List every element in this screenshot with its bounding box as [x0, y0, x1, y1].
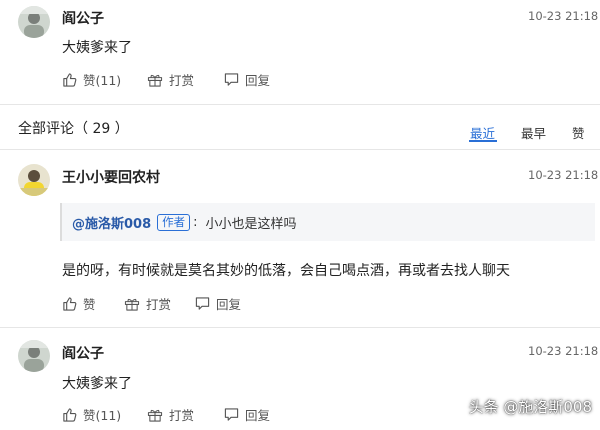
comment-content: 大姨爹来了	[62, 376, 132, 392]
watermark: 头条 @施洛斯008	[468, 398, 592, 416]
sort-active-underline	[469, 140, 497, 142]
gift-icon	[147, 409, 163, 422]
comment-time: 10-23 21:18	[528, 344, 599, 358]
avatar[interactable]	[18, 164, 50, 196]
sort-likes[interactable]: 赞	[572, 123, 585, 142]
gift-icon	[147, 74, 163, 87]
avatar[interactable]	[18, 340, 50, 372]
tip-button[interactable]: 打赏	[147, 70, 194, 89]
divider	[0, 104, 600, 105]
divider	[0, 149, 600, 150]
like-label: 赞(11)	[83, 73, 122, 88]
like-button[interactable]: 赞(11)	[62, 70, 121, 89]
comment-content: 大姨爹来了	[62, 40, 132, 56]
like-label: 赞	[83, 297, 96, 312]
reply-icon	[224, 73, 239, 86]
reply-label: 回复	[216, 297, 242, 312]
comment-username[interactable]: 阎公子	[62, 8, 104, 28]
like-button[interactable]: 赞	[62, 294, 96, 313]
avatar[interactable]	[18, 6, 50, 38]
author-badge: 作者	[157, 213, 191, 231]
reply-label: 回复	[245, 408, 271, 423]
quote-text: 小小也是这样吗	[205, 216, 297, 232]
reply-button[interactable]: 回复	[224, 70, 270, 89]
tip-label: 打赏	[169, 408, 195, 423]
tip-button[interactable]: 打赏	[147, 405, 194, 424]
tip-label: 打赏	[146, 297, 172, 312]
comment-time: 10-23 21:18	[528, 168, 599, 182]
quoted-reply: @施洛斯008 作者 : 小小也是这样吗	[60, 203, 595, 241]
quote-colon: :	[193, 214, 198, 230]
reply-icon	[224, 408, 239, 421]
thumb-up-icon	[63, 408, 77, 422]
thumb-up-icon	[63, 297, 77, 311]
reply-label: 回复	[245, 73, 271, 88]
tip-button[interactable]: 打赏	[124, 294, 171, 313]
comment-content: 是的呀，有时候就是莫名其妙的低落，会自己喝点酒，再或者去找人聊天	[62, 263, 510, 279]
reply-button[interactable]: 回复	[224, 405, 270, 424]
comment-username[interactable]: 王小小要回农村	[62, 167, 160, 187]
quote-username[interactable]: @施洛斯008	[72, 213, 151, 232]
comments-count-title: 全部评论（ 29 ）	[18, 121, 129, 137]
thumb-up-icon	[63, 73, 77, 87]
divider	[0, 327, 600, 328]
reply-button[interactable]: 回复	[195, 294, 241, 313]
tip-label: 打赏	[169, 73, 195, 88]
comment-time: 10-23 21:18	[528, 9, 599, 23]
like-label: 赞(11)	[83, 408, 122, 423]
sort-earliest[interactable]: 最早	[521, 123, 546, 142]
like-button[interactable]: 赞(11)	[62, 405, 121, 424]
reply-icon	[195, 297, 210, 310]
gift-icon	[124, 298, 140, 311]
comment-username[interactable]: 阎公子	[62, 343, 104, 363]
